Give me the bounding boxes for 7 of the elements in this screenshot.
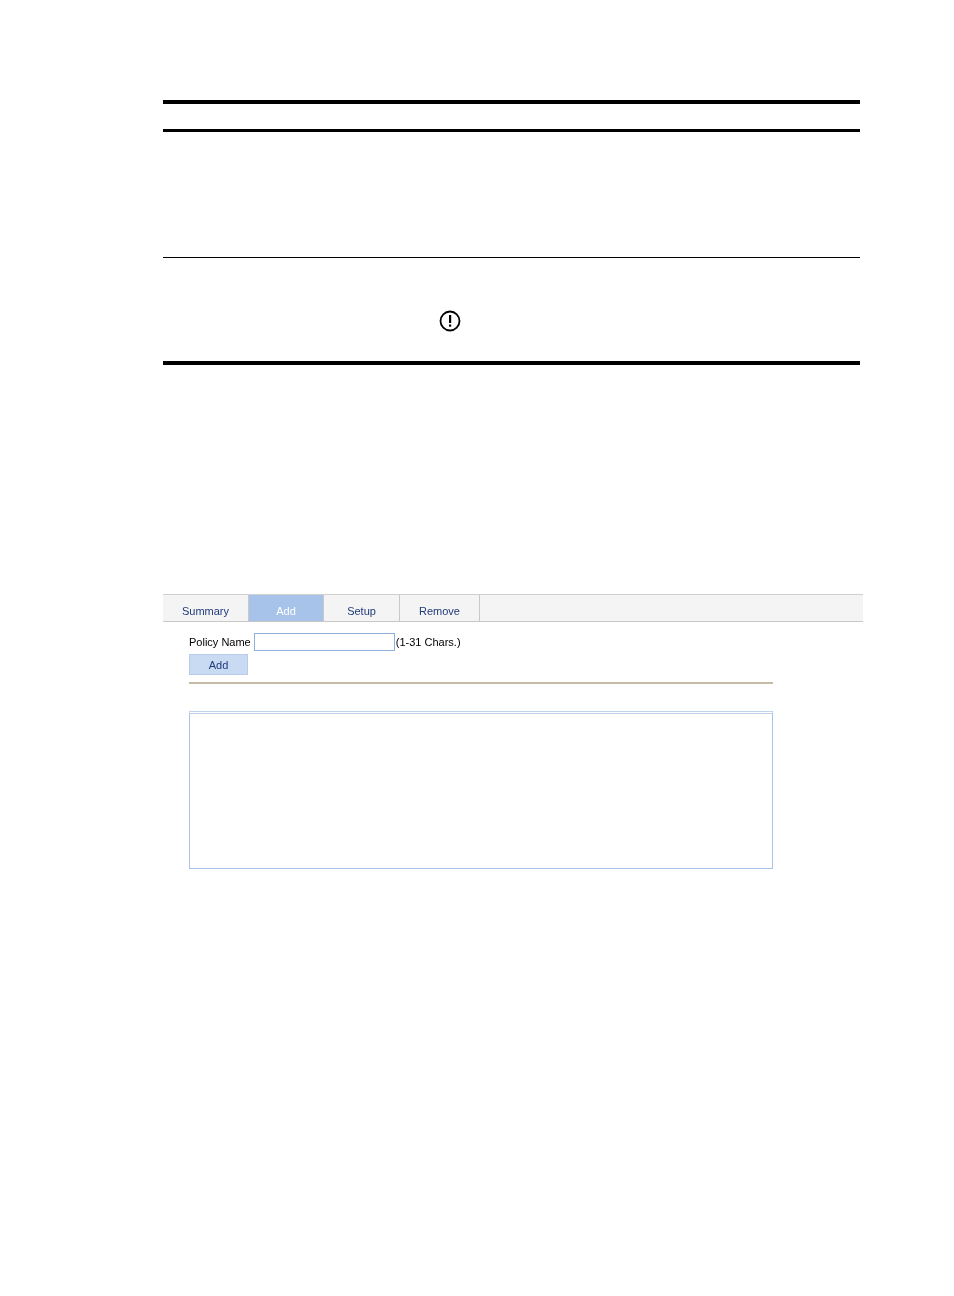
tab[interactable]: Setup [324, 595, 400, 621]
tab[interactable]: Remove [400, 595, 480, 621]
hint-text: (1-31 Chars.) [395, 636, 461, 648]
add-button[interactable]: Add [189, 654, 248, 675]
field-label: Policy Name [189, 636, 251, 648]
input-field[interactable] [253, 633, 395, 651]
warning-icon [439, 310, 461, 332]
